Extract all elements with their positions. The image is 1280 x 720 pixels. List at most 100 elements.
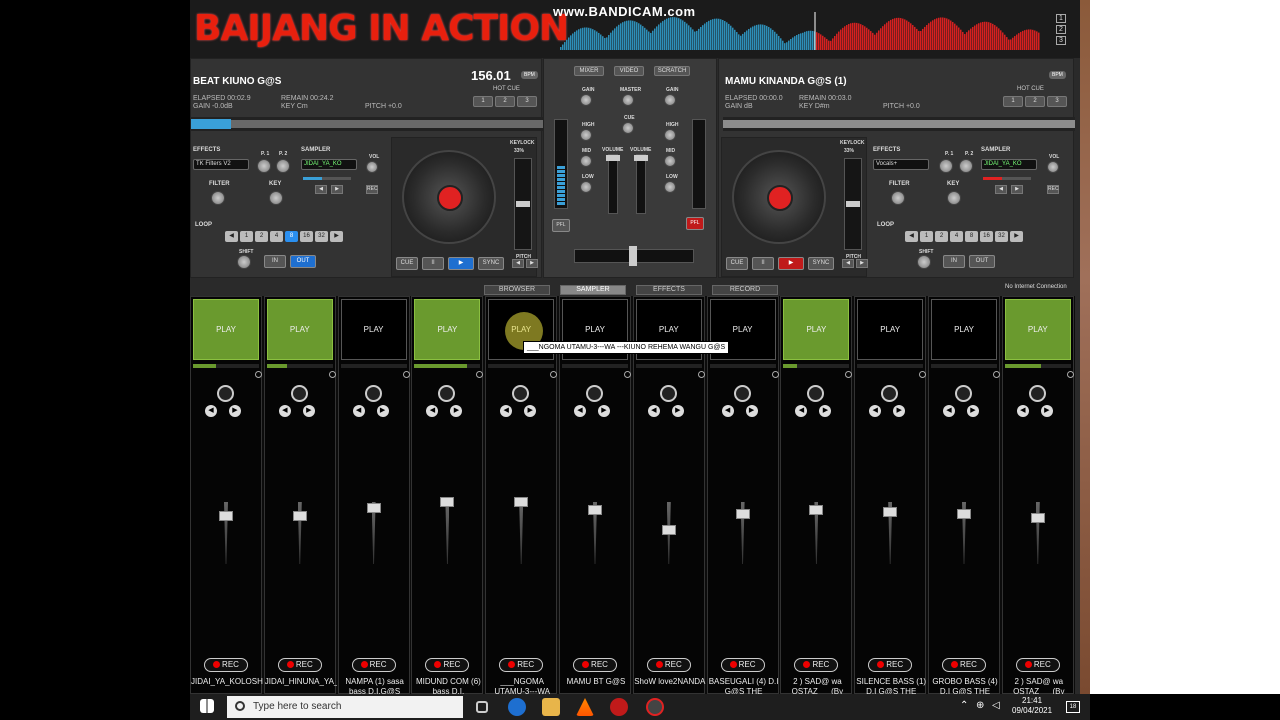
settings-icon[interactable] [771,371,779,378]
hot-cue-1[interactable]: 1 [1003,96,1023,107]
sampler-play-button[interactable]: PLAY [931,299,997,360]
prev-arrow-icon[interactable]: ◀ [721,405,734,417]
sampler-play-button[interactable]: PLAY [1004,299,1071,360]
windows-start-icon[interactable] [200,699,214,713]
sampler-rec-button[interactable]: REC [351,658,396,672]
sampler-next-button[interactable]: ▶ [331,185,343,194]
loop-1[interactable]: 1 [920,231,933,242]
sampler-select[interactable]: JIDAI_YA_KO [301,159,357,170]
sampler-pitch-knob[interactable] [881,385,899,402]
prev-arrow-icon[interactable]: ◀ [647,405,660,417]
sampler-rec-button[interactable]: REC [425,658,470,672]
settings-icon[interactable] [845,371,853,378]
sampler-volume-handle[interactable] [440,497,455,507]
sampler-volume-handle[interactable] [366,503,381,513]
sampler-vol-knob[interactable] [366,161,378,173]
mid-knob-right[interactable] [664,155,676,167]
jog-wheel[interactable] [732,150,826,244]
sampler-pitch-knob[interactable] [659,385,677,402]
network-icon[interactable]: ⊕ [976,700,984,711]
browser-icon[interactable] [508,698,526,716]
sampler-select[interactable]: JIDAI_YA_KO [981,159,1037,170]
sampler-volume-handle[interactable] [588,505,602,515]
loop-prev-button[interactable]: ◀ [905,231,918,242]
sampler-next-button[interactable]: ▶ [1011,185,1023,194]
prev-arrow-icon[interactable]: ◀ [352,405,365,417]
sampler-pitch-knob[interactable] [438,385,456,402]
bpm-button[interactable]: BPM [1049,71,1066,79]
hot-cue-2[interactable]: 2 [1025,96,1045,107]
prev-arrow-icon[interactable]: ◀ [943,405,955,417]
high-knob-right[interactable] [664,129,676,141]
tab-effects[interactable]: EFFECTS [636,285,702,295]
sampler-rec-button[interactable]: REC [1047,185,1059,194]
prev-arrow-icon[interactable]: ◀ [205,405,217,417]
jog-wheel[interactable] [402,150,496,244]
crossfader[interactable] [574,246,694,266]
loop-16[interactable]: 16 [300,231,313,242]
loop-out-button[interactable]: OUT [969,255,995,268]
sampler-volume-handle[interactable] [957,509,971,519]
prev-arrow-icon[interactable]: ◀ [1016,405,1029,417]
settings-icon[interactable] [476,371,484,378]
deck-2-button[interactable]: 2 [1056,25,1066,34]
vlc-icon[interactable] [576,698,594,716]
sampler-play-button[interactable]: PLAY [414,299,481,360]
key-knob[interactable] [947,191,961,205]
loop-32[interactable]: 32 [315,231,328,242]
sampler-pitch-knob[interactable] [290,385,308,402]
sampler-rec-button[interactable]: REC [868,658,913,672]
sampler-volume-handle[interactable] [883,507,898,517]
sampler-volume-handle[interactable] [1030,513,1045,523]
prev-arrow-icon[interactable]: ◀ [500,405,513,417]
pitch-slider[interactable] [514,158,532,250]
sampler-rec-button[interactable]: REC [942,658,986,672]
taskbar-search-input[interactable]: Type here to search [227,696,463,718]
settings-icon[interactable] [697,371,705,378]
sampler-rec-button[interactable]: REC [794,658,839,672]
loop-8[interactable]: 8 [965,231,978,242]
virtualdj-icon[interactable] [610,698,628,716]
notification-icon[interactable]: 18 [1066,701,1080,713]
taskbar-clock[interactable]: 21:41 09/04/2021 [1012,696,1052,716]
deck-3-button[interactable]: 3 [1056,36,1066,45]
cue-button[interactable]: CUE [726,257,748,270]
loop-32[interactable]: 32 [995,231,1008,242]
prev-arrow-icon[interactable]: ◀ [426,405,439,417]
sampler-play-button[interactable]: PLAY [857,299,924,360]
next-arrow-icon[interactable]: ▶ [229,405,241,417]
bandicam-icon[interactable] [646,698,664,716]
sampler-play-button[interactable]: PLAY [783,299,850,360]
master-knob[interactable] [622,94,634,106]
sampler-volume-track[interactable] [519,502,524,564]
sampler-pitch-knob[interactable] [364,385,382,402]
sampler-volume-track[interactable] [1035,502,1040,564]
pitch-down-button[interactable]: ◀ [512,259,524,268]
pitch-up-button[interactable]: ▶ [526,259,538,268]
prev-arrow-icon[interactable]: ◀ [869,405,882,417]
sampler-play-button[interactable]: PLAY [340,299,407,360]
loop-next-button[interactable]: ▶ [330,231,343,242]
tab-video[interactable]: VIDEO [614,66,644,76]
hot-cue-3[interactable]: 3 [1047,96,1067,107]
sampler-play-button[interactable]: PLAY [266,299,333,360]
sampler-vol-knob[interactable] [1047,161,1059,173]
sampler-volume-track[interactable] [445,502,450,564]
deck-waveform[interactable] [723,117,1075,131]
gain-knob-left[interactable] [580,94,592,106]
hot-cue-3[interactable]: 3 [517,96,537,107]
sampler-volume-handle[interactable] [219,511,233,521]
sampler-volume-handle[interactable] [514,497,529,507]
loop-next-button[interactable]: ▶ [1010,231,1023,242]
pfl-right-button[interactable]: PFL [686,217,704,230]
sampler-pitch-knob[interactable] [586,385,603,402]
loop-2[interactable]: 2 [935,231,948,242]
next-arrow-icon[interactable]: ▶ [450,405,463,417]
gain-knob-right[interactable] [664,94,676,106]
tray-chevron-icon[interactable]: ⌃ [960,700,968,711]
play-button[interactable]: ▶ [778,257,804,270]
loop-16[interactable]: 16 [980,231,993,242]
mid-knob-left[interactable] [580,155,592,167]
sampler-prev-button[interactable]: ◀ [315,185,327,194]
play-button[interactable]: ▶ [448,257,474,270]
